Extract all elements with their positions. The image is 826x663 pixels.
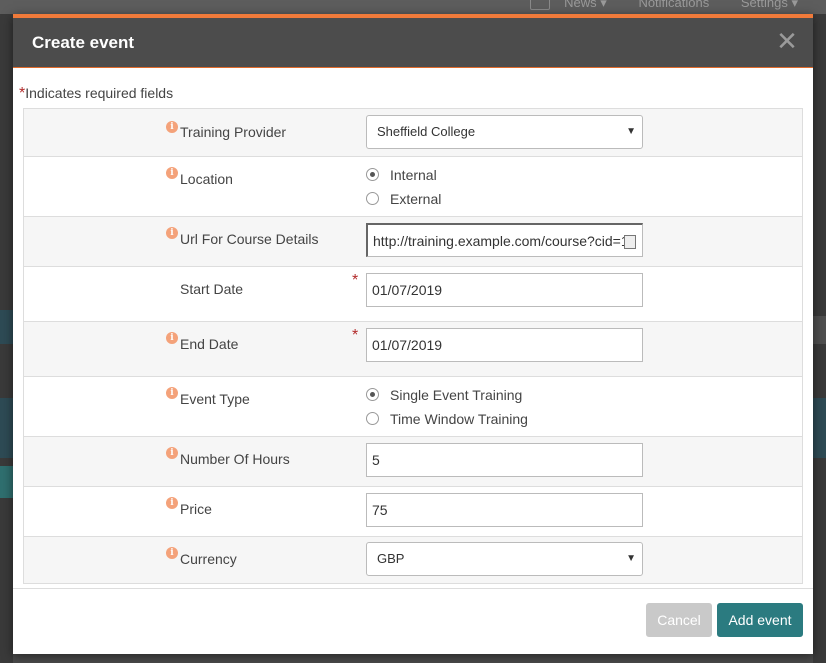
form-row-start-date: Start Date * 01/07/2019 [24,266,802,321]
create-event-modal: Create event ✕ *Indicates required field… [13,14,813,654]
currency-label: Currency [180,551,237,567]
form-row-number-of-hours: i Number Of Hours 5 [24,436,802,486]
price-input[interactable]: 75 [366,493,643,527]
form-row-price: i Price 75 [24,486,802,536]
background-nav-notifications: Notifications [638,0,710,10]
modal-footer: Cancel Add event [13,588,813,655]
radio-button[interactable] [366,411,379,425]
info-icon: i [166,497,178,509]
info-icon: i [166,121,178,133]
location-option-internal[interactable]: Internal [366,167,437,183]
required-star: * [352,327,359,344]
modal-title: Create event [32,33,135,52]
cancel-button[interactable]: Cancel [646,603,712,637]
info-icon: i [166,167,178,179]
location-option-external[interactable]: External [366,191,441,207]
form-row-url: i Url For Course Details http://training… [24,216,802,266]
form-row-currency: i Currency GBP ▼ [24,536,802,583]
radio-button[interactable] [366,387,379,401]
end-date-input[interactable]: 01/07/2019 [366,328,643,362]
form-row-location: i Location Internal External [24,156,802,216]
training-provider-label: Training Provider [180,124,287,140]
url-label: Url For Course Details [180,231,319,247]
info-icon: i [166,547,178,559]
add-event-button[interactable]: Add event [717,603,803,637]
close-icon[interactable]: ✕ [775,27,799,55]
form-row-event-type: i Event Type Single Event Training Time … [24,376,802,436]
background-tile [0,466,13,498]
price-label: Price [180,501,212,517]
currency-select[interactable]: GBP ▼ [366,542,643,576]
background-nav-settings: Settings ▾ [740,0,798,10]
form-row-end-date: i End Date * 01/07/2019 [24,321,802,376]
info-icon: i [166,332,178,344]
form-row-training-provider: i Training Provider Sheffield College ▼ [24,109,802,156]
required-fields-note: *Indicates required fields [19,85,174,102]
background-tile [813,398,826,458]
chevron-down-icon: ▼ [626,553,636,564]
background-nav: News ▾ Notifications Settings ▾ [530,0,826,11]
number-of-hours-label: Number Of Hours [180,451,290,467]
start-date-input[interactable]: 01/07/2019 [366,273,643,307]
autofill-icon[interactable] [624,235,636,249]
background-tile [0,398,13,458]
chevron-down-icon: ▼ [626,126,636,137]
number-of-hours-input[interactable]: 5 [366,443,643,477]
modal-header: Create event ✕ [13,18,813,68]
info-icon: i [166,447,178,459]
end-date-label: End Date [180,336,239,352]
url-input[interactable]: http://training.example.com/course?cid=1 [366,223,643,257]
radio-button[interactable] [366,167,379,181]
background-nav-news: News ▾ [530,0,621,11]
event-type-option-time-window[interactable]: Time Window Training [366,411,528,427]
radio-button[interactable] [366,191,379,205]
training-provider-select[interactable]: Sheffield College ▼ [366,115,643,149]
news-icon [530,0,551,11]
event-type-option-single[interactable]: Single Event Training [366,387,522,403]
event-type-label: Event Type [180,391,250,407]
info-icon: i [166,387,178,399]
event-form: i Training Provider Sheffield College ▼ … [23,108,803,584]
background-tile [813,316,826,344]
info-icon: i [166,227,178,239]
required-star: * [352,272,359,289]
location-label: Location [180,171,233,187]
start-date-label: Start Date [180,281,244,297]
background-tile [0,310,13,344]
